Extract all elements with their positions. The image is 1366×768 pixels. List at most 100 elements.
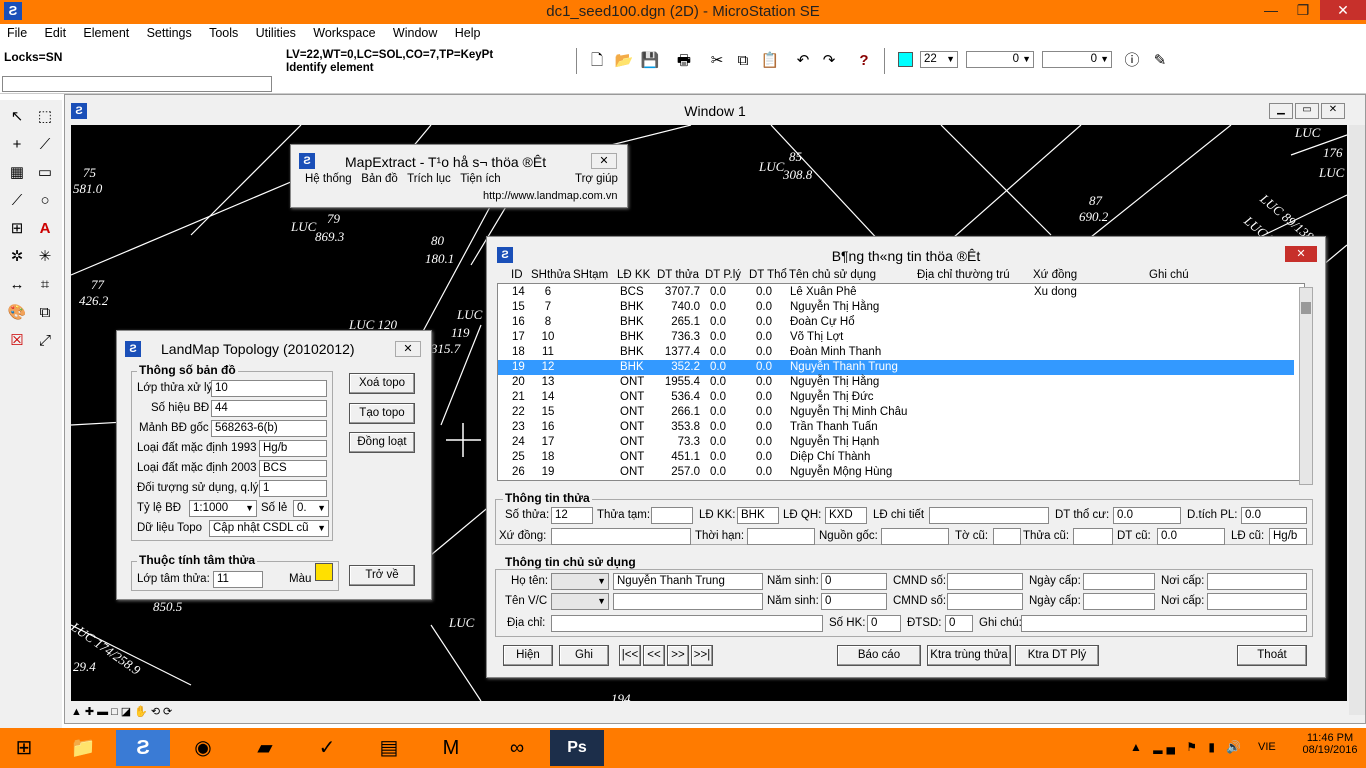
delete-icon[interactable]: ☒ — [4, 328, 30, 354]
help-icon[interactable]: ? — [853, 50, 875, 72]
minimize-button[interactable]: — — [1256, 0, 1286, 20]
menu-tro-giup[interactable]: Trợ giúp — [575, 173, 618, 185]
copy-icon[interactable]: ⧉ — [732, 50, 754, 72]
thua-tam-input[interactable] — [651, 507, 693, 524]
so-hk-input[interactable]: 0 — [867, 615, 901, 632]
ngay-cap-input[interactable] — [1083, 573, 1155, 590]
lop-thua-input[interactable]: 10 — [211, 380, 327, 397]
dtich-pl-input[interactable]: 0.0 — [1241, 507, 1307, 524]
mapextract-url[interactable]: http://www.landmap.com.vn — [483, 190, 618, 202]
xoa-topo-button[interactable]: Xoá topo — [349, 373, 415, 394]
table-row[interactable]: 18 11 BHK 1377.4 0.0 0.0 Đoàn Minh Thanh — [498, 345, 1294, 360]
ho-ten-input[interactable]: Nguyễn Thanh Trung — [613, 573, 763, 590]
col-dtthua[interactable]: DT thửa — [657, 269, 699, 281]
circle-icon[interactable]: ○ — [32, 188, 58, 214]
menu-he-thong[interactable]: Hệ thống — [305, 173, 352, 185]
noi-cap-input[interactable] — [1207, 573, 1307, 590]
green-app-icon[interactable]: ✓ — [300, 730, 354, 766]
table-row[interactable]: 14 6 BCS 3707.7 0.0 0.0 Lê Xuân Phê Xu dong — [498, 285, 1294, 300]
table-row[interactable]: 20 13 ONT 1955.4 0.0 0.0 Nguyễn Thị Hằng — [498, 375, 1294, 390]
menu-tools[interactable]: Tools — [202, 24, 245, 42]
mapextract-icon[interactable]: ✎ — [1149, 50, 1171, 72]
ty-le-select[interactable]: 1:1000 — [189, 500, 257, 517]
group-icon[interactable]: ⧉ — [32, 300, 58, 326]
table-row[interactable]: 23 16 ONT 353.8 0.0 0.0 Trần Thanh Tuấn — [498, 420, 1294, 435]
ten-vc-prefix-select[interactable] — [551, 593, 609, 610]
window-close-button[interactable]: ✕ — [1321, 103, 1345, 119]
tray-icons[interactable]: ▲ ▂▄ ⚑ ▮ 🔊 — [1130, 740, 1245, 754]
du-lieu-select[interactable]: Cập nhật CSDL cũ — [209, 520, 329, 537]
cmnd-vc-input[interactable] — [947, 593, 1023, 610]
menu-edit[interactable]: Edit — [38, 24, 74, 42]
ld-cu-input[interactable]: Hg/b — [1269, 528, 1307, 545]
line-icon[interactable]: ⟋ — [4, 188, 30, 214]
col-dia-chi[interactable]: Địa chỉ thường trú — [917, 269, 1010, 281]
menu-window[interactable]: Window — [386, 24, 444, 42]
dia-chi-input[interactable] — [551, 615, 823, 632]
menu-ban-do[interactable]: Bản đồ — [361, 173, 397, 185]
menu-file[interactable]: File — [0, 24, 34, 42]
so-thua-input[interactable]: 12 — [551, 507, 593, 524]
ld1993-input[interactable]: Hg/b — [259, 440, 327, 457]
infinity-app-icon[interactable]: ∞ — [490, 730, 544, 766]
table-row[interactable]: 21 14 ONT 536.4 0.0 0.0 Nguyễn Thị Đức — [498, 390, 1294, 405]
dtsd-input[interactable]: 0 — [945, 615, 973, 632]
thoat-button[interactable]: Thoát — [1237, 645, 1307, 666]
col-ten-chu[interactable]: Tên chủ sử dụng — [789, 269, 876, 281]
cell-icon[interactable]: ▦ — [4, 160, 30, 186]
next-record-button[interactable]: >> — [667, 645, 689, 666]
info-icon[interactable]: ⓘ — [1121, 50, 1143, 72]
undo-icon[interactable]: ↶ — [792, 50, 814, 72]
active-color-swatch[interactable] — [898, 52, 913, 67]
table-row[interactable]: 26 19 ONT 257.0 0.0 0.0 Nguyễn Mộng Hùng — [498, 465, 1294, 480]
print-icon[interactable]: 🖶 — [673, 50, 695, 72]
dt-tho-cu-input[interactable]: 0.0 — [1113, 507, 1181, 524]
line-weight-select[interactable]: 0 — [966, 51, 1034, 68]
measure-icon[interactable]: ⊞ — [4, 216, 30, 242]
dt-cu-input[interactable]: 0.0 — [1157, 528, 1225, 545]
table-row[interactable]: 15 7 BHK 740.0 0.0 0.0 Nguyễn Thị Hằng — [498, 300, 1294, 315]
table-scrollbar[interactable] — [1299, 287, 1313, 485]
mapextract-close-button[interactable]: ✕ — [591, 153, 617, 169]
menu-element[interactable]: Element — [76, 24, 136, 42]
lop-tam-input[interactable]: 11 — [213, 571, 263, 588]
noi-cap-vc-input[interactable] — [1207, 593, 1307, 610]
tao-topo-button[interactable]: Tạo topo — [349, 403, 415, 424]
vertical-scrollbar[interactable] — [1349, 125, 1365, 715]
fence-icon[interactable]: ⬚ — [32, 104, 58, 130]
table-row[interactable]: 19 12 BHK 352.2 0.0 0.0 Nguyễn Thanh Trung — [498, 360, 1294, 375]
microstation-taskbar-icon[interactable]: Ƨ — [116, 730, 170, 766]
open-file-icon[interactable]: 📂 — [613, 50, 635, 72]
col-xu-dong[interactable]: Xứ đồng — [1033, 269, 1077, 281]
mapinfo-icon[interactable]: M — [424, 730, 478, 766]
menu-settings[interactable]: Settings — [140, 24, 199, 42]
so-hieu-input[interactable]: 44 — [211, 400, 327, 417]
notes-app-icon[interactable]: ▰ — [238, 730, 292, 766]
nam-sinh-input[interactable]: 0 — [821, 573, 887, 590]
key-in-field[interactable] — [2, 76, 272, 92]
text-icon[interactable]: A — [32, 216, 58, 242]
ngay-cap-vc-input[interactable] — [1083, 593, 1155, 610]
snap-icon[interactable]: ✳ — [32, 244, 58, 270]
spreadsheet-app-icon[interactable]: ▤ — [362, 730, 416, 766]
ten-vc-input[interactable] — [613, 593, 763, 610]
paste-icon[interactable]: 📋 — [759, 50, 781, 72]
table-row[interactable]: 22 15 ONT 266.1 0.0 0.0 Nguyễn Thị Minh Châu — [498, 405, 1294, 420]
manh-bd-input[interactable]: 568263-6(b) — [211, 420, 327, 437]
close-button[interactable]: ✕ — [1320, 0, 1366, 20]
prev-record-button[interactable]: << — [643, 645, 665, 666]
table-row[interactable]: 17 10 BHK 736.3 0.0 0.0 Võ Thị Lợt — [498, 330, 1294, 345]
element-selection-icon[interactable]: ↖ — [4, 104, 30, 130]
line-style-select[interactable]: 0 — [1042, 51, 1112, 68]
palette-icon[interactable]: 🎨 — [4, 300, 30, 326]
col-ldkk[interactable]: LĐ KK — [617, 269, 650, 281]
new-file-icon[interactable]: 🗋 — [586, 50, 608, 72]
cut-icon[interactable]: ✂ — [706, 50, 728, 72]
modify-icon[interactable]: ⌗ — [32, 272, 58, 298]
ld-chi-tiet-input[interactable] — [929, 507, 1049, 524]
windows-start-icon[interactable]: ⊞ — [0, 730, 48, 766]
level-select[interactable]: 22 — [920, 51, 958, 68]
thua-cu-input[interactable] — [1073, 528, 1113, 545]
ld2003-input[interactable]: BCS — [259, 460, 327, 477]
col-dtply[interactable]: DT P.lý — [705, 269, 741, 281]
